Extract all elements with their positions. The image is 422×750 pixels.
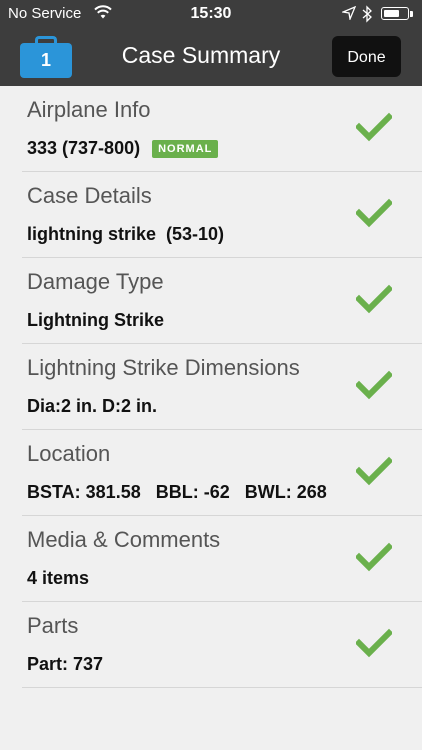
navigation-bar: 1 Case Summary Done [0, 28, 422, 86]
row-title: Airplane Info [27, 97, 151, 122]
battery-tip [410, 11, 413, 17]
list-item-damage-type[interactable]: Damage Type Lightning Strike [22, 258, 422, 344]
bluetooth-icon [362, 5, 372, 23]
row-value: 333 (737-800) NORMAL [27, 138, 219, 159]
check-icon [356, 198, 392, 228]
status-bar: No Service 15:30 [0, 0, 422, 28]
list-item-location[interactable]: Location BSTA: 381.58 BBL: -62 BWL: 268 [22, 430, 422, 516]
row-title: Media & Comments [27, 527, 221, 552]
check-icon [356, 284, 392, 314]
row-value: 4 items [27, 568, 90, 588]
check-icon [356, 112, 392, 142]
summary-list: Airplane Info 333 (737-800) NORMAL Case D… [0, 86, 422, 688]
list-item-parts[interactable]: Parts Part: 737 [22, 602, 422, 688]
clock: 15:30 [190, 5, 232, 22]
row-title: Lightning Strike Dimensions [27, 355, 300, 380]
case-briefcase-icon[interactable]: 1 [20, 36, 72, 78]
page-title: Case Summary [121, 42, 281, 68]
case-count: 1 [40, 50, 51, 70]
row-value: Lightning Strike [27, 310, 164, 330]
list-item-strike-dimensions[interactable]: Lightning Strike Dimensions Dia:2 in. D:… [22, 344, 422, 430]
battery-level [384, 10, 399, 17]
list-item-airplane-info[interactable]: Airplane Info 333 (737-800) NORMAL [22, 86, 422, 172]
battery-icon [381, 7, 409, 20]
check-icon [356, 456, 392, 486]
check-icon [356, 370, 392, 400]
row-title: Location [27, 441, 111, 466]
location-arrow-icon [342, 6, 356, 20]
row-value: lightning strike (53-10) [27, 224, 225, 244]
row-value: Part: 737 [27, 654, 104, 674]
done-button[interactable]: Done [332, 36, 401, 77]
row-value-text: 333 (737-800) [27, 138, 141, 158]
status-badge: NORMAL [152, 140, 219, 158]
check-icon [356, 542, 392, 572]
row-value: BSTA: 381.58 BBL: -62 BWL: 268 [27, 482, 327, 502]
row-title: Damage Type [27, 269, 164, 294]
list-item-media-comments[interactable]: Media & Comments 4 items [22, 516, 422, 602]
check-icon [356, 628, 392, 658]
row-title: Case Details [27, 183, 152, 208]
row-title: Parts [27, 613, 79, 638]
list-item-case-details[interactable]: Case Details lightning strike (53-10) [22, 172, 422, 258]
row-value: Dia:2 in. D:2 in. [27, 396, 158, 416]
